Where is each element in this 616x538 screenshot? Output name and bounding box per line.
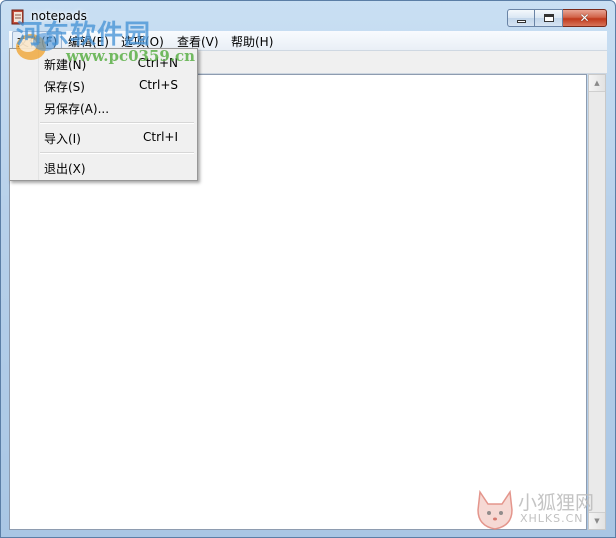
menu-item-import-label: 导入(I) xyxy=(44,132,81,146)
menu-separator xyxy=(40,152,194,154)
menu-item-import[interactable]: 导入(I) Ctrl+I xyxy=(11,127,196,147)
close-icon: ✕ xyxy=(579,11,590,25)
scroll-down-icon[interactable]: ▼ xyxy=(589,512,605,529)
menu-item-exit[interactable]: 退出(X) xyxy=(11,157,196,177)
menu-item-save[interactable]: 保存(S) Ctrl+S xyxy=(11,75,196,95)
file-menu-dropdown: 新建(N) Ctrl+N 保存(S) Ctrl+S 另保存(A)... 导入(I… xyxy=(9,48,198,181)
menu-item-new-shortcut: Ctrl+N xyxy=(137,56,178,70)
maximize-button[interactable] xyxy=(535,9,563,27)
menu-item-save-shortcut: Ctrl+S xyxy=(138,78,178,92)
menu-file[interactable]: 文件(F) xyxy=(12,31,63,49)
maximize-icon xyxy=(543,14,554,22)
menu-item-save-as-label: 另保存(A)... xyxy=(44,102,110,116)
menu-help[interactable]: 帮助(H) xyxy=(231,33,273,50)
menu-item-exit-label: 退出(X) xyxy=(44,162,86,176)
menu-item-save-label: 保存(S) xyxy=(44,80,85,94)
minimize-button[interactable] xyxy=(507,9,535,27)
window-controls: ✕ xyxy=(507,9,607,27)
title-bar[interactable]: notepads ✕ xyxy=(1,1,615,31)
notepad-app-icon[interactable] xyxy=(10,9,26,25)
window-title: notepads xyxy=(31,9,87,23)
menu-separator xyxy=(40,122,194,124)
close-button[interactable]: ✕ xyxy=(563,9,607,27)
menu-item-new-label: 新建(N) xyxy=(44,58,87,72)
vertical-scrollbar[interactable]: ▲ ▼ xyxy=(588,74,606,530)
scroll-up-icon[interactable]: ▲ xyxy=(589,75,605,92)
menu-item-save-as[interactable]: 另保存(A)... xyxy=(11,97,196,117)
minimize-icon xyxy=(516,19,526,23)
menu-item-import-shortcut: Ctrl+I xyxy=(143,130,178,144)
menu-item-new[interactable]: 新建(N) Ctrl+N xyxy=(11,53,196,73)
